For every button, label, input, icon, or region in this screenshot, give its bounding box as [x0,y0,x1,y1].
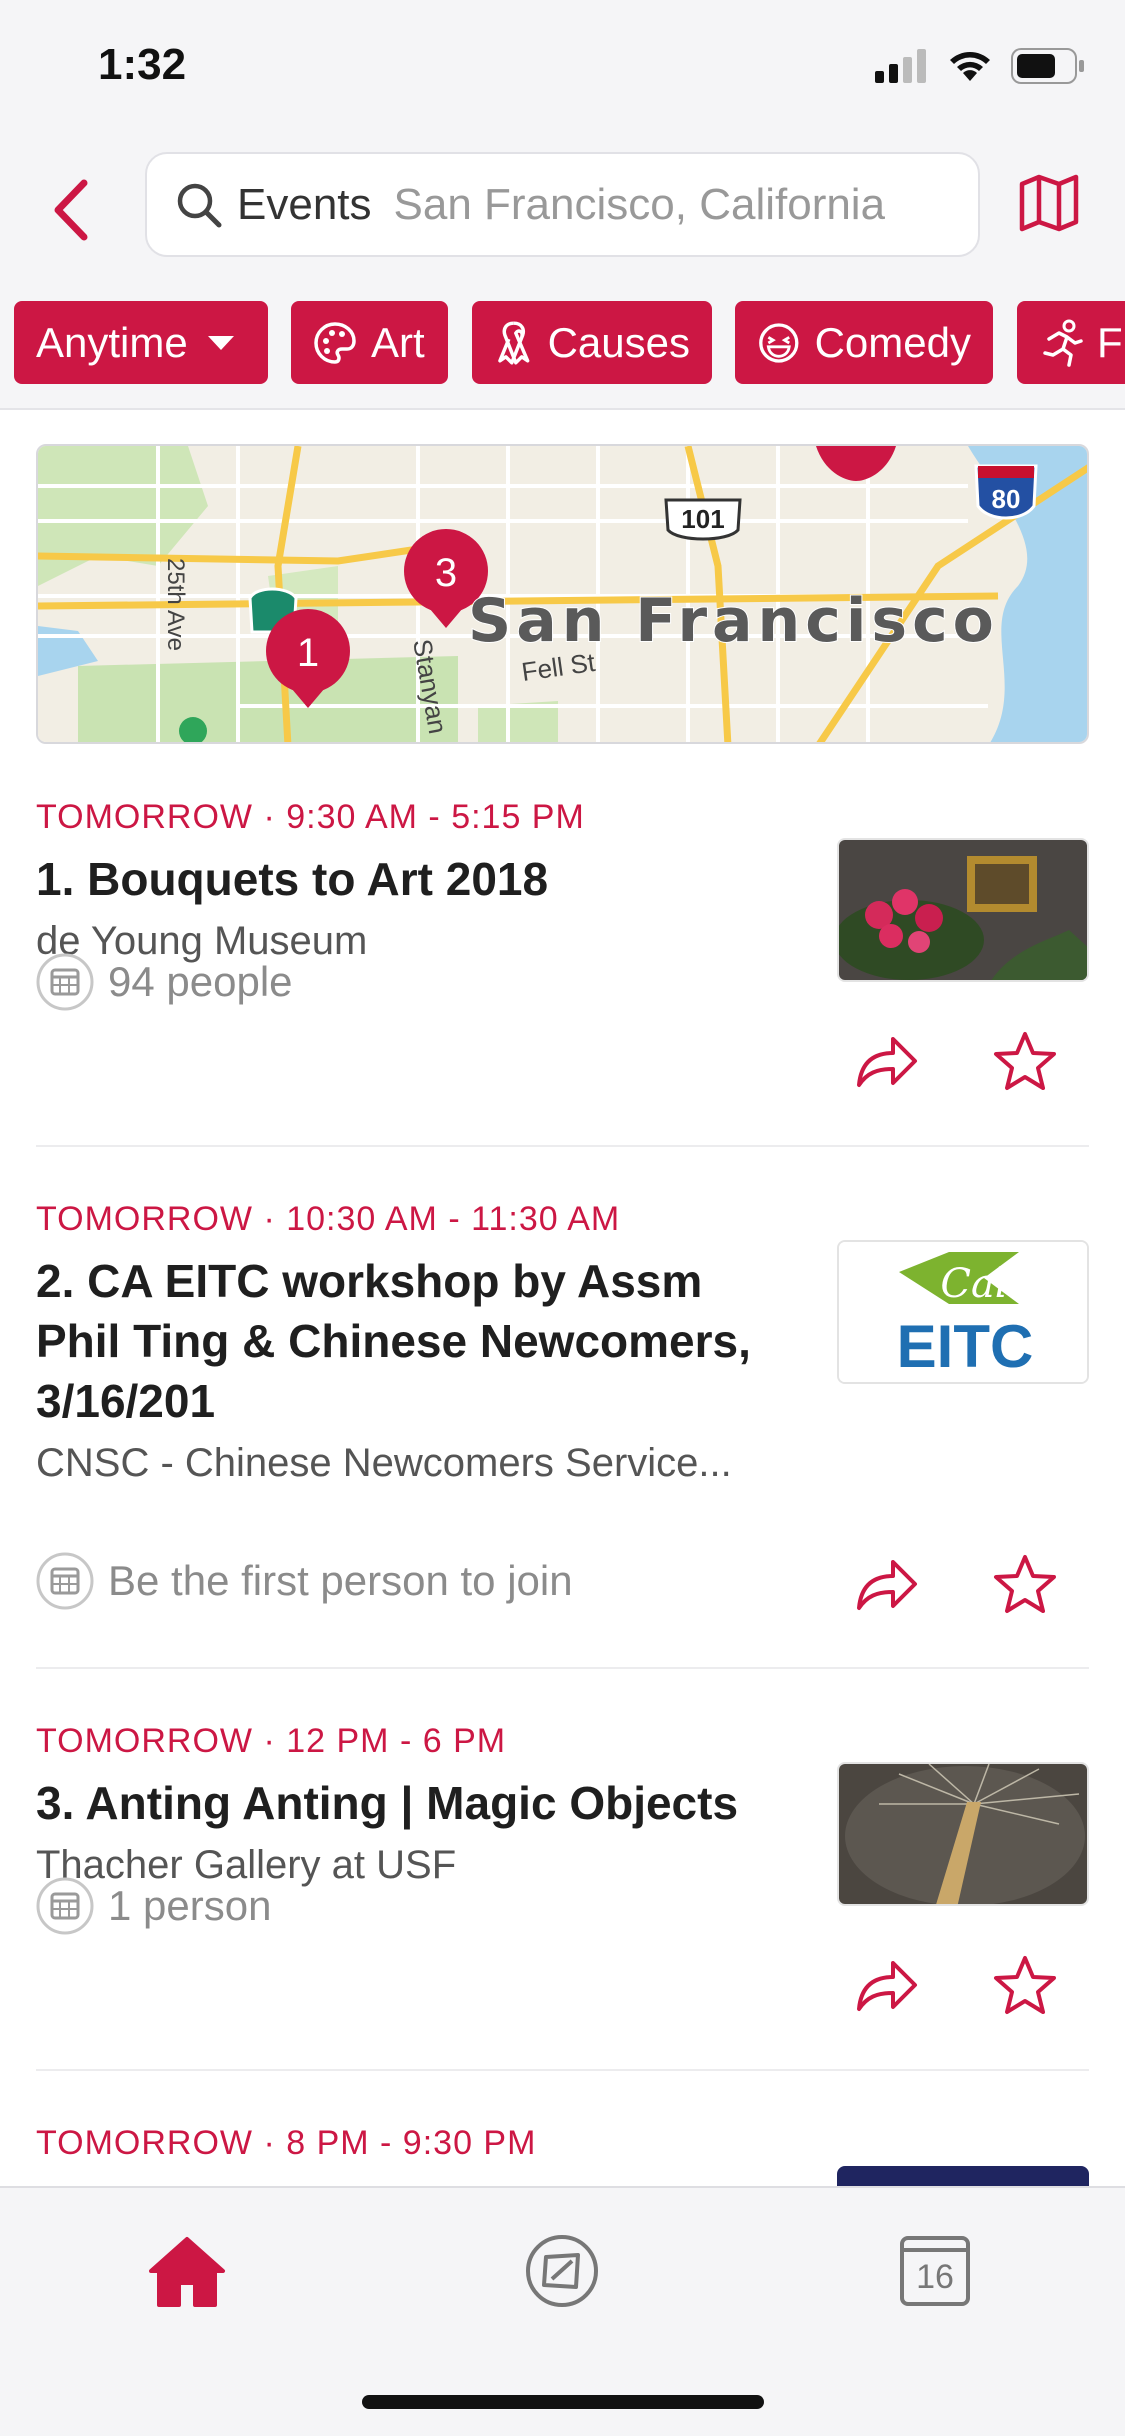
event-venue: CNSC - Chinese Newcomers Service... [36,1441,732,1485]
divider [36,1145,1089,1147]
filter-chip-label: Art [371,318,425,366]
favorite-button[interactable] [993,1554,1057,1619]
calendar-people-icon [36,1552,94,1610]
event-attendance: 94 people [36,953,293,1011]
map-view-button[interactable] [1018,172,1088,242]
event-title: 1. Bouquets to Art 2018 [36,853,549,905]
divider [36,1667,1089,1669]
tab-home[interactable] [142,2226,232,2316]
favorite-button[interactable] [993,1031,1057,1096]
calendar-icon: 16 [900,2236,970,2306]
map-icon [1019,174,1079,232]
filter-chip-fitness[interactable]: Fi [1017,301,1125,384]
star-icon [994,1032,1056,1090]
event-people-count: 94 people [108,958,293,1005]
event-attendance: Be the first person to join [36,1552,573,1610]
runner-icon [1043,319,1083,367]
event-attendance: 1 person [36,1877,271,1935]
event-item-4[interactable]: TOMORROW · 8 PM - 9:30 PM [36,2124,1089,2196]
svg-text:3: 3 [435,551,457,595]
share-icon [857,1037,917,1087]
share-icon [857,1961,917,2011]
tab-explore[interactable] [517,2226,607,2316]
cal-eitc-logo: Cal EITC [839,1242,1087,1382]
chevron-down-icon [207,335,234,350]
event-thumbnail [837,1762,1089,1906]
svg-text:101: 101 [681,504,724,534]
filter-chip-label: Causes [547,318,690,366]
map-preview[interactable]: 101 80 1 3 San Francisco Fell St 25th Av… [36,444,1089,744]
event-thumbnail [837,838,1089,982]
event-time: TOMORROW · 8 PM - 9:30 PM [36,2124,537,2162]
bouquet-painting-image [839,840,1087,980]
search-location: San Francisco, California [393,179,886,229]
search-query: Events [237,179,372,229]
divider [36,2069,1089,2071]
filter-chips: Anytime Art Causes Comedy Fi [0,275,1125,410]
event-time: TOMORROW · 9:30 AM - 5:15 PM [36,798,585,836]
magic-object-image [839,1764,1087,1904]
star-icon [994,1555,1056,1613]
event-item-2[interactable]: TOMORROW · 10:30 AM - 11:30 AM 2. CA EIT… [36,1200,1089,1613]
back-button[interactable] [40,170,100,250]
status-time: 1:32 [98,40,187,89]
filter-chip-comedy[interactable]: Comedy [735,301,993,384]
battery-icon [1011,48,1084,84]
home-indicator [362,2395,764,2409]
event-thumbnail: Cal EITC [837,1240,1089,1384]
tab-calendar[interactable]: 16 [890,2226,980,2316]
event-people-count: Be the first person to join [108,1557,573,1604]
ribbon-icon [498,320,530,365]
highway-101-shield: 101 [664,498,742,541]
cellular-signal-icon [875,49,926,83]
svg-text:San Francisco: San Francisco [468,586,999,656]
calendar-people-icon [36,953,94,1011]
svg-text:80: 80 [992,484,1021,514]
chevron-left-icon [54,179,88,241]
share-button[interactable] [855,1957,919,2018]
filter-chip-anytime[interactable]: Anytime [14,301,268,384]
filter-chip-label: Anytime [36,318,188,366]
event-item-1[interactable]: TOMORROW · 9:30 AM - 5:15 PM 1. Bouquets… [36,798,1089,1090]
home-icon [149,2237,225,2307]
star-icon [994,1956,1056,2014]
filter-chip-label: Fi [1097,318,1125,366]
calendar-day: 16 [916,2258,954,2296]
search-input[interactable]: Events San Francisco, California [145,152,980,257]
calendar-people-icon [36,1877,94,1935]
event-item-3[interactable]: TOMORROW · 12 PM - 6 PM 3. Anting Anting… [36,1722,1089,2014]
compass-icon [526,2235,598,2307]
laughing-face-icon [759,322,799,363]
filter-chip-causes[interactable]: Causes [472,301,712,384]
map-illustration: 101 80 1 3 San Francisco Fell St 25th Av… [38,446,1087,742]
status-icons [875,48,1085,84]
svg-text:EITC: EITC [897,1313,1034,1380]
search-icon [177,183,222,227]
event-people-count: 1 person [108,1882,272,1929]
event-title: 3. Anting Anting | Magic Objects [36,1777,739,1829]
share-button[interactable] [855,1033,919,1094]
share-icon [857,1560,917,1610]
share-button[interactable] [855,1556,919,1617]
svg-text:1: 1 [297,631,319,675]
svg-text:Cal: Cal [940,1261,1007,1307]
palette-icon [314,321,356,364]
highway-80-shield: 80 [974,464,1038,520]
filter-chip-label: Comedy [814,318,971,366]
svg-text:25th Ave: 25th Ave [162,558,189,651]
favorite-button[interactable] [993,1955,1057,2020]
event-title: 2. CA EITC workshop by Assm Phil Ting & … [36,1255,751,1427]
event-time: TOMORROW · 10:30 AM - 11:30 AM [36,1200,621,1238]
search-header: Events San Francisco, California [0,140,1125,275]
filter-chip-art[interactable]: Art [291,301,448,384]
event-time: TOMORROW · 12 PM - 6 PM [36,1722,507,1760]
wifi-icon [950,52,990,81]
status-bar: 1:32 [0,0,1125,140]
